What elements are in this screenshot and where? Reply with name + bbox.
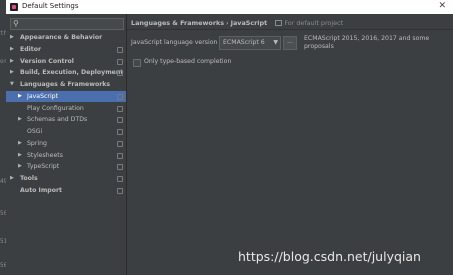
more-button[interactable]: ... — [283, 36, 297, 50]
project-settings-icon — [117, 140, 123, 147]
language-version-select[interactable]: ECMAScript 6 ▼ — [219, 36, 281, 50]
sidebar-item-label: Build, Execution, Deployment — [20, 69, 124, 77]
scope-note: For default project — [275, 19, 343, 27]
chevron-right-icon[interactable]: ▶ — [10, 56, 14, 67]
sidebar-item-label: Editor — [20, 45, 42, 53]
chevron-right-icon[interactable]: ▶ — [18, 91, 22, 102]
scope-text: For default project — [284, 19, 344, 27]
sidebar-item[interactable]: ▶ Build, Execution, Deployment — [6, 67, 126, 78]
sidebar-item-label: Play Configuration — [27, 104, 84, 112]
title-bar: Default Settings ✕ — [6, 0, 453, 15]
sidebar-item-label: TypeScript — [27, 163, 60, 171]
sidebar-item-label: Version Control — [20, 57, 74, 65]
sidebar-item[interactable]: ▶ Tools — [6, 173, 126, 184]
breadcrumb-parent[interactable]: Languages & Frameworks — [131, 19, 224, 27]
header-divider — [127, 29, 453, 30]
sidebar-item-label: Languages & Frameworks — [20, 81, 111, 88]
chevron-right-icon[interactable]: ▶ — [18, 150, 22, 161]
breadcrumb: Languages & Frameworks › JavaScript For de… — [131, 19, 343, 27]
search-input[interactable]: ⚲ — [10, 18, 124, 30]
project-settings-icon — [117, 176, 123, 182]
project-settings-icon — [117, 105, 123, 112]
settings-dialog: Default Settings ✕ ⚲ ▶ Appearance & Behav… — [6, 0, 453, 275]
sidebar-item[interactable]: ▶ JavaScript — [6, 90, 126, 102]
type-based-completion-label[interactable]: Only type-based completion — [144, 58, 231, 65]
sidebar-item[interactable]: ▶ Version Control — [6, 56, 126, 67]
breadcrumb-current: JavaScript — [230, 19, 268, 27]
chevron-down-icon[interactable]: ▼ — [10, 79, 14, 90]
chevron-right-icon[interactable]: ▶ — [10, 32, 14, 43]
project-settings-icon — [117, 129, 123, 135]
sidebar-item-label: Auto Import — [20, 186, 62, 194]
chevron-right-icon[interactable]: ▶ — [10, 44, 14, 55]
sidebar-item-label: OSGi — [27, 128, 43, 135]
sidebar-item[interactable]: Auto Import — [6, 185, 126, 196]
sidebar-item-label: Appearance & Behavior — [20, 34, 103, 41]
project-settings-icon — [117, 187, 123, 194]
sidebar-item-label: Schemas and DTDs — [27, 116, 88, 124]
sidebar-item-label: Tools — [20, 175, 38, 182]
project-settings-icon — [117, 164, 123, 171]
window-title: Default Settings — [22, 2, 79, 10]
type-based-completion-checkbox[interactable] — [133, 59, 141, 67]
sidebar-item-label: Stylesheets — [27, 151, 63, 159]
sidebar-item[interactable]: ▶ Schemas and DTDs — [6, 114, 126, 125]
sidebar-item-label: Spring — [27, 139, 47, 147]
project-settings-icon — [117, 70, 123, 77]
sidebar-item[interactable]: OSGi — [6, 126, 126, 137]
search-icon: ⚲ — [13, 19, 19, 28]
settings-tree: ⚲ ▶ Appearance & Behavior ▶ Editor ▶ Version … — [6, 14, 127, 275]
sidebar-item[interactable]: Play Configuration — [6, 103, 126, 114]
sidebar-item[interactable]: ▶ Stylesheets — [6, 150, 126, 161]
sidebar-item[interactable]: ▶ Editor — [6, 44, 126, 55]
language-version-description: ECMAScript 2015, 2016, 2017 and some pro… — [304, 35, 430, 50]
sidebar-item[interactable]: ▶ Spring — [6, 138, 126, 149]
chevron-right-icon[interactable]: ▶ — [18, 114, 22, 125]
sidebar-item[interactable]: ▶ TypeScript — [6, 161, 126, 172]
language-version-label: JavaScript language version — [131, 39, 218, 46]
project-settings-icon — [117, 93, 123, 100]
chevron-right-icon[interactable]: ▶ — [10, 67, 14, 78]
project-icon — [275, 20, 283, 26]
settings-content: Languages & Frameworks › JavaScript For de… — [127, 14, 453, 275]
project-settings-icon — [117, 152, 123, 159]
chevron-right-icon[interactable]: ▶ — [18, 138, 22, 149]
project-settings-icon — [117, 58, 123, 65]
chevron-right-icon[interactable]: ▶ — [10, 173, 14, 184]
watermark-text: https://blog.csdn.net/julyqian — [238, 249, 421, 264]
intellij-icon — [10, 3, 18, 11]
chevron-right-icon[interactable]: ▶ — [18, 161, 22, 172]
language-version-value: ECMAScript 6 — [223, 39, 265, 46]
chevron-down-icon: ▼ — [273, 39, 278, 46]
close-icon[interactable]: ✕ — [438, 1, 446, 12]
sidebar-item[interactable]: ▶ Appearance & Behavior — [6, 32, 126, 43]
sidebar-item[interactable]: ▼ Languages & Frameworks — [6, 79, 126, 90]
sidebar-item-label: JavaScript — [27, 92, 59, 100]
project-settings-icon — [117, 117, 123, 124]
project-settings-icon — [117, 46, 123, 53]
